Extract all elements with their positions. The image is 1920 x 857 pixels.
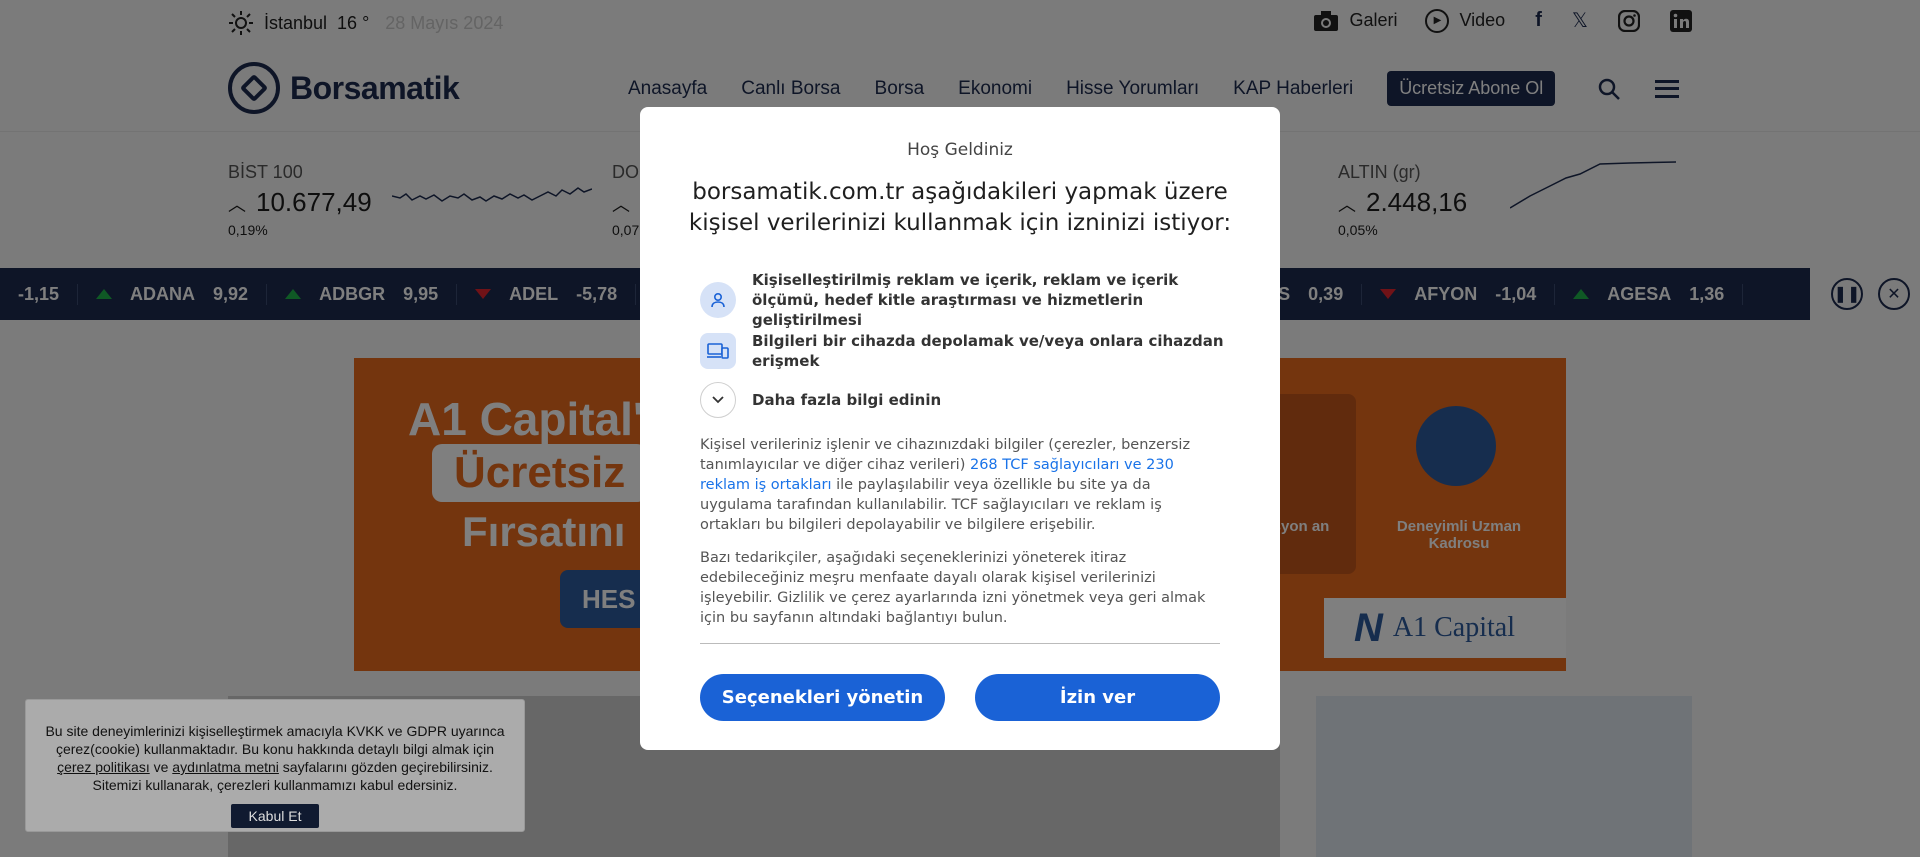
more-info-toggle[interactable]: Daha fazla bilgi edinin (700, 382, 941, 418)
person-icon (700, 282, 736, 318)
purpose-storage: Bilgileri bir cihazda depolamak ve/veya … (700, 331, 1280, 371)
allow-button[interactable]: İzin ver (975, 674, 1220, 721)
consent-paragraph: Kişisel verileriniz işlenir ve cihazınız… (700, 435, 1220, 535)
divider (700, 643, 1220, 644)
dialog-heading: borsamatik.com.tr aşağıdakileri yapmak ü… (688, 179, 1232, 236)
cookie-text: sayfalarını gözden geçirebilirsiniz. Sit… (92, 759, 493, 793)
more-info-label: Daha fazla bilgi edinin (752, 391, 942, 409)
cookie-accept-button[interactable]: Kabul Et (230, 804, 320, 828)
consent-dialog: Hoş Geldiniz borsamatik.com.tr aşağıdaki… (640, 107, 1280, 750)
purpose-text: Kişiselleştirilmiş reklam ve içerik, rek… (752, 271, 1179, 329)
manage-options-button[interactable]: Seçenekleri yönetin (700, 674, 945, 721)
devices-icon (700, 333, 736, 369)
dialog-welcome: Hoş Geldiniz (907, 140, 1013, 160)
legitimate-interest-paragraph: Bazı tedarikçiler, aşağıdaki seçenekleri… (700, 550, 1206, 626)
cookie-text: ve (153, 759, 169, 775)
disclosure-link[interactable]: aydınlatma metni (172, 759, 279, 775)
purpose-ads: Kişiselleştirilmiş reklam ve içerik, rek… (700, 270, 1202, 330)
cookie-policy-link[interactable]: çerez politikası (57, 759, 150, 775)
cookie-notice: Bu site deneyimlerinizi kişiselleştirmek… (25, 699, 525, 832)
purpose-text: Bilgileri bir cihazda depolamak ve/veya … (752, 332, 1224, 370)
chevron-down-icon[interactable] (700, 382, 736, 418)
cookie-text: Bu site deneyimlerinizi kişiselleştirmek… (45, 723, 505, 757)
